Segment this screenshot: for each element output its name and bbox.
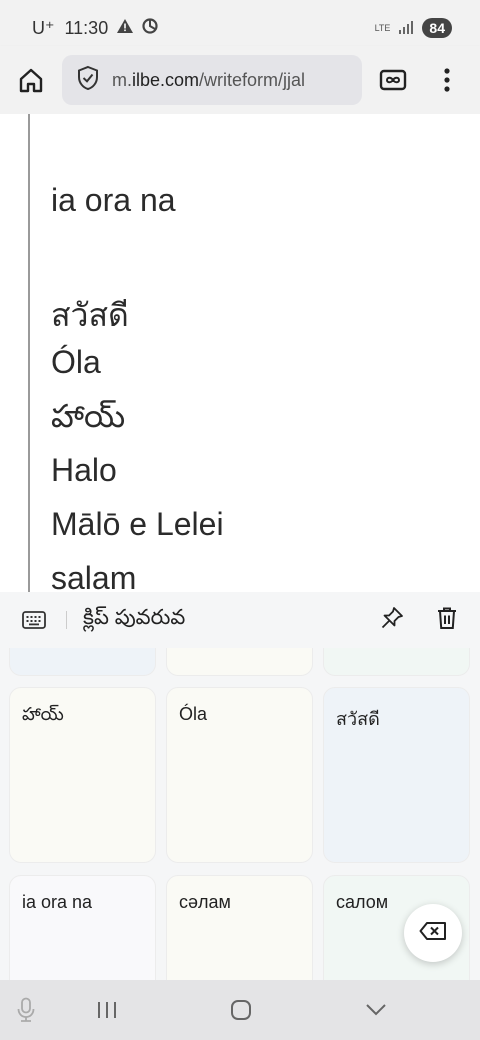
navigation-bar — [0, 980, 480, 1040]
recents-icon[interactable] — [93, 994, 121, 1026]
alert-icon — [116, 18, 134, 39]
browser-toolbar: m.ilbe.com/writeform/jjal — [0, 46, 480, 114]
network-type: LTE — [374, 22, 391, 33]
clip-card-text: салом — [336, 892, 389, 912]
tabs-icon[interactable] — [376, 63, 410, 97]
clip-card[interactable] — [166, 648, 313, 676]
clipboard-title: క్లిప్ పువరువ — [83, 605, 186, 629]
clip-card-text: Óla — [179, 704, 208, 724]
battery-level: 84 — [422, 18, 452, 38]
address-bar[interactable]: m.ilbe.com/writeform/jjal — [62, 55, 362, 105]
clip-card[interactable]: ia ora na — [9, 875, 156, 980]
clip-card[interactable]: сәлам — [166, 875, 313, 980]
home-icon[interactable] — [14, 63, 48, 97]
mic-icon[interactable] — [14, 994, 38, 1026]
sync-icon — [142, 17, 158, 39]
carrier-label: U⁺ — [32, 17, 55, 38]
quote-bar — [28, 114, 30, 592]
url-text[interactable]: m.ilbe.com/writeform/jjal — [112, 70, 305, 91]
clock: 11:30 — [64, 17, 109, 38]
clip-card-text: сәлам — [179, 892, 231, 912]
text-line: Halo — [51, 452, 117, 488]
signal-icon — [398, 18, 414, 39]
clip-card[interactable] — [323, 648, 470, 676]
text-line: สวัสดี — [51, 297, 129, 333]
home-nav-icon[interactable] — [226, 994, 256, 1026]
text-line: Mālō e Lelei — [51, 506, 224, 542]
pin-icon[interactable] — [380, 606, 404, 635]
keyboard-icon[interactable] — [22, 607, 48, 633]
text-line: హాయ్ — [51, 398, 126, 434]
backspace-icon — [419, 921, 447, 946]
clip-card[interactable]: హాయ్ — [9, 687, 156, 863]
clip-card-text: హాయ్ — [22, 704, 64, 724]
clip-card-text: สวัสดี — [336, 709, 380, 729]
backspace-button[interactable] — [404, 904, 462, 962]
collapse-icon[interactable] — [362, 994, 390, 1026]
clip-card[interactable] — [9, 648, 156, 676]
clipboard-header: క్లిప్ పువరువ — [0, 592, 480, 648]
editor-content[interactable]: ia ora na สวัสดี Óla హాయ్ Halo Mālō e Le… — [0, 114, 480, 592]
text-line: ia ora na — [51, 182, 176, 218]
clip-card-text: ia ora na — [22, 892, 93, 912]
clip-card[interactable]: สวัสดี — [323, 687, 470, 863]
clip-card[interactable]: Óla — [166, 687, 313, 863]
delete-icon[interactable] — [436, 606, 458, 635]
shield-check-icon[interactable] — [76, 65, 100, 96]
divider — [66, 611, 67, 629]
text-line: Óla — [51, 344, 101, 380]
more-vert-icon[interactable] — [430, 63, 464, 97]
text-line: salam — [51, 560, 137, 592]
